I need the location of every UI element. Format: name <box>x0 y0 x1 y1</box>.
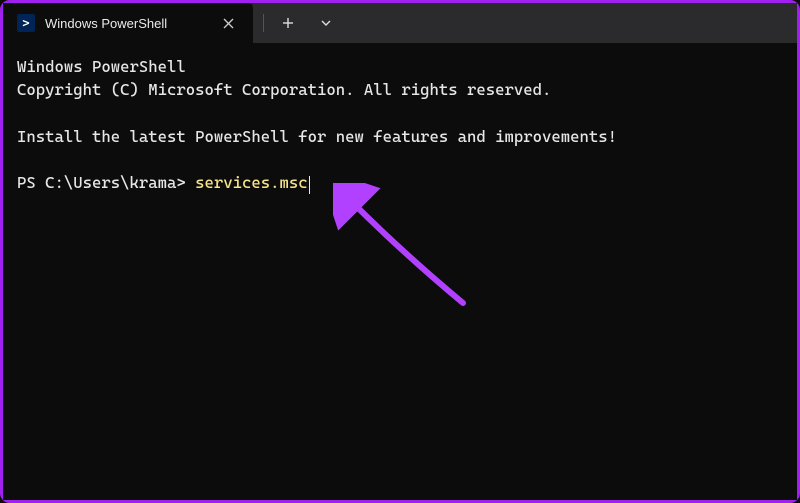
divider <box>263 14 264 32</box>
active-tab[interactable]: > Windows PowerShell <box>3 3 253 43</box>
output-line: Windows PowerShell <box>17 57 186 76</box>
output-line: Install the latest PowerShell for new fe… <box>17 127 617 146</box>
text-cursor <box>309 176 311 194</box>
close-tab-button[interactable] <box>217 12 239 34</box>
powershell-icon: > <box>17 14 35 32</box>
titlebar: > Windows PowerShell <box>3 3 797 43</box>
tabbar-controls <box>253 3 797 43</box>
plus-icon <box>282 17 294 29</box>
prompt-text: PS C:\Users\krama> <box>17 173 195 192</box>
output-line: Copyright (C) Microsoft Corporation. All… <box>17 80 551 99</box>
command-input[interactable]: services.msc <box>195 173 308 192</box>
tab-title: Windows PowerShell <box>45 16 207 31</box>
tab-dropdown-button[interactable] <box>310 9 342 37</box>
chevron-down-icon <box>320 17 332 29</box>
close-icon <box>223 18 234 29</box>
terminal-output[interactable]: Windows PowerShell Copyright (C) Microso… <box>3 43 797 500</box>
new-tab-button[interactable] <box>272 9 304 37</box>
